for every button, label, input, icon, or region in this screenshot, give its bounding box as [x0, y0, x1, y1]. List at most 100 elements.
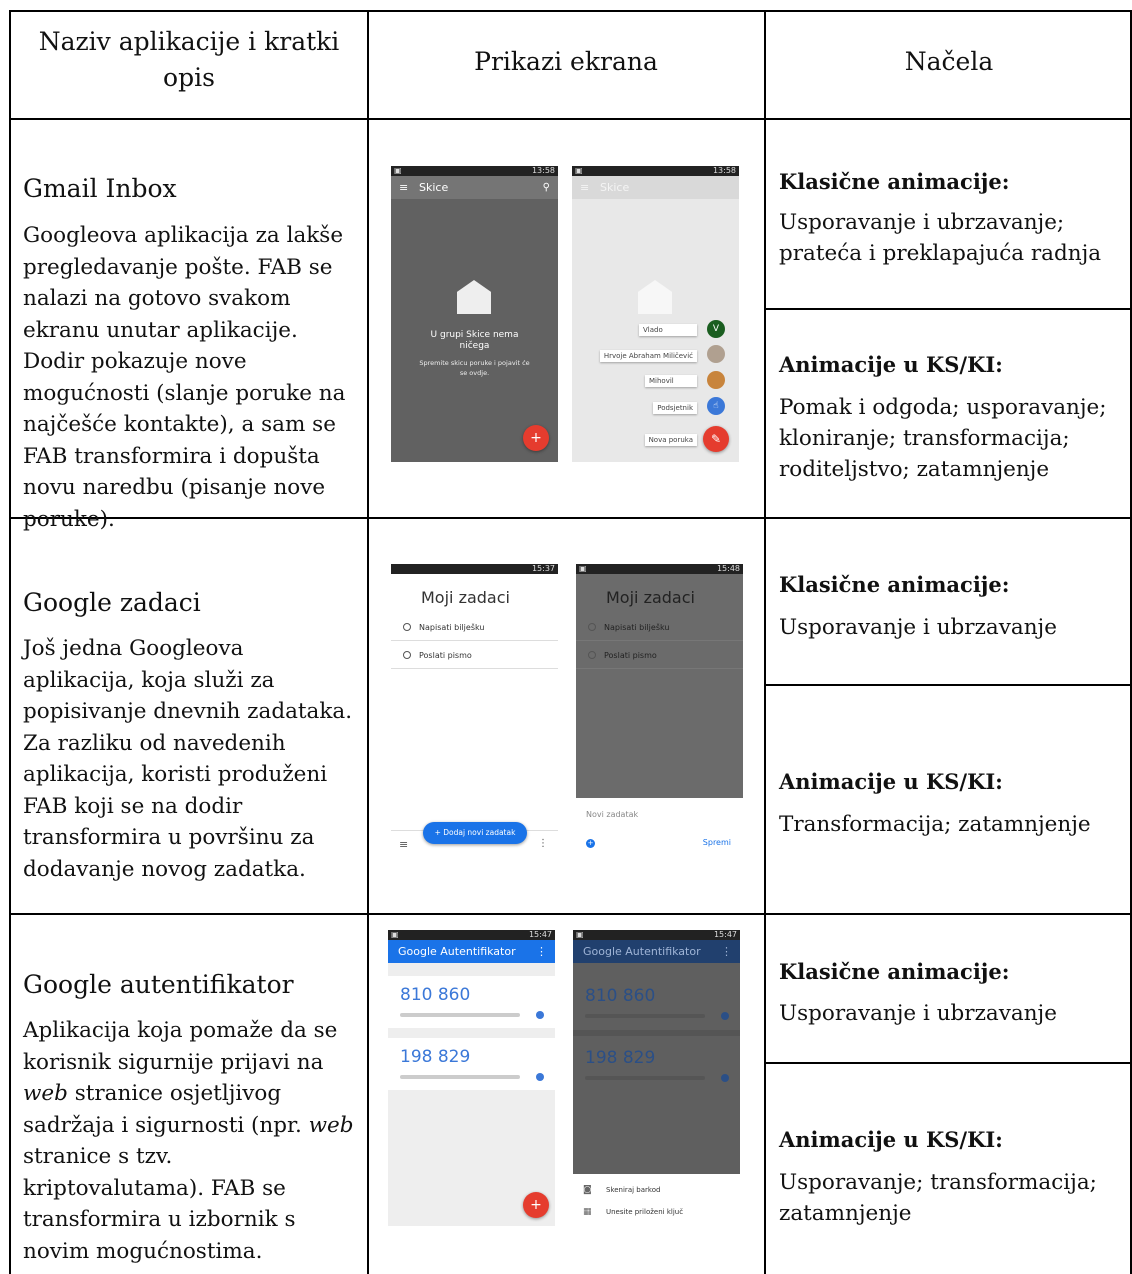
principles-divider-2: [764, 684, 1132, 686]
task-item[interactable]: Poslati pismo: [576, 642, 743, 669]
timer-icon: [536, 1011, 544, 1019]
status-bar: ▣ 13:58: [572, 166, 739, 176]
desc-italic: web: [308, 1112, 354, 1138]
envelope-icon: [457, 280, 491, 314]
app-bar: ≡ Skice: [572, 176, 739, 199]
app-description-gmail: Googleova aplikacija za lakše pregledava…: [23, 223, 346, 532]
tasks-heading: Moji zadaci: [421, 588, 510, 607]
header-screens: Prikazi ekrana: [474, 47, 658, 76]
classic-text-authenticator: Usporavanje i ubrzavanje: [779, 1001, 1057, 1026]
tasks-screenshot-1: 15:37 Moji zadaci Napisati bilješku Posl…: [391, 564, 558, 862]
more-icon[interactable]: ⋮: [538, 838, 548, 849]
details-icon[interactable]: +: [586, 839, 595, 848]
classic-text-gmail: Usporavanje i ubrzavanje; prateća i prek…: [779, 210, 1102, 266]
status-bar: ▣ 15:47: [573, 930, 740, 940]
account-email: [585, 1014, 705, 1018]
principles-divider-1: [764, 308, 1132, 310]
tasks-heading: Moji zadaci: [606, 588, 695, 607]
account-email: [400, 1075, 520, 1079]
header-app: Naziv aplikacije i kratki opis: [38, 27, 340, 92]
table-border-left: [9, 10, 11, 1274]
more-icon[interactable]: ⋮: [536, 940, 547, 963]
ksi-text-tasks: Transformacija; zatamnjenje: [779, 812, 1091, 837]
desc-italic: web: [23, 1081, 68, 1106]
classic-label-authenticator: Klasične animacije:: [779, 959, 1010, 984]
code-value: 198 829: [400, 1047, 471, 1067]
menu-enter-key[interactable]: Unesite priloženi ključ: [606, 1208, 683, 1216]
task-item[interactable]: Napisati bilješku: [391, 614, 558, 641]
task-item[interactable]: Poslati pismo: [391, 642, 558, 669]
gmail-screenshot-1: ▣ 13:58 ≡ Skice ⚲ U grupi Skice nema niče…: [391, 166, 558, 462]
menu-icon[interactable]: ≡: [580, 176, 589, 199]
card-divider: [573, 1030, 740, 1036]
avatar-icon[interactable]: [707, 371, 725, 389]
app-description-authenticator: Aplikacija koja pomaže da se korisnik si…: [23, 1015, 359, 1267]
app-title-gmail: Gmail Inbox: [23, 174, 177, 203]
principles-divider-3: [764, 1062, 1132, 1064]
code-card[interactable]: 810 860: [388, 976, 555, 1028]
keyboard-icon[interactable]: ▦: [583, 1207, 592, 1217]
add-task-fab[interactable]: + Dodaj novi zadatak: [423, 822, 527, 844]
timer-icon: [721, 1012, 729, 1020]
gmail-screenshot-2: ▣ 13:58 ≡ Skice Vlado V Hrvoje Abraham Mi…: [572, 166, 739, 462]
search-icon[interactable]: ⚲: [543, 176, 550, 199]
app-description-tasks: Još jedna Googleova aplikacija, koja slu…: [23, 636, 353, 882]
code-value: 810 860: [400, 985, 471, 1005]
auth-screenshot-2: ▣ 15:47 Google Autentifikator ⋮ 810 860 1…: [573, 930, 740, 1226]
add-fab[interactable]: +: [523, 1192, 549, 1218]
empty-title: U grupi Skice nema ničega: [430, 330, 519, 351]
envelope-icon: [638, 280, 672, 314]
status-bar: ▣ 13:58: [391, 166, 558, 176]
timer-icon: [536, 1073, 544, 1081]
app-bar: ≡ Skice ⚲: [391, 176, 558, 199]
column-divider-2: [764, 10, 766, 1274]
app-title-tasks: Google zadaci: [23, 588, 201, 617]
checkbox-icon[interactable]: [403, 623, 411, 631]
pencil-fab[interactable]: ✎: [703, 426, 729, 452]
avatar-icon[interactable]: [707, 345, 725, 363]
table-header-divider: [9, 118, 1132, 120]
desc-part: Aplikacija koja pomaže da se korisnik si…: [23, 1018, 338, 1075]
classic-text-tasks: Usporavanje i ubrzavanje: [779, 615, 1057, 640]
app-title-authenticator: Google autentifikator: [23, 970, 294, 999]
account-email: [585, 1076, 705, 1080]
header-principles: Načela: [904, 47, 994, 76]
checkbox-icon[interactable]: [588, 651, 596, 659]
column-divider-1: [367, 10, 369, 1274]
checkbox-icon[interactable]: [403, 651, 411, 659]
code-card[interactable]: 198 829: [388, 1038, 555, 1090]
status-bar: 15:37: [391, 564, 558, 574]
menu-icon[interactable]: ≡: [399, 176, 408, 199]
new-task-input[interactable]: Novi zadatak: [586, 810, 638, 819]
checkbox-icon[interactable]: [588, 623, 596, 631]
task-item[interactable]: Napisati bilješku: [576, 614, 743, 641]
menu-icon[interactable]: ≡: [399, 838, 408, 851]
desc-part: stranice s tzv. kriptovalutama). FAB se …: [23, 1144, 296, 1264]
ksi-label-authenticator: Animacije u KS/KI:: [779, 1127, 1003, 1152]
reminder-chip[interactable]: Podsjetnik: [653, 402, 697, 414]
table-border-top: [9, 10, 1132, 12]
new-message-chip[interactable]: Nova poruka: [644, 434, 697, 446]
scrim: [576, 574, 743, 798]
reminder-icon[interactable]: ☝: [707, 397, 725, 415]
contact-chip-1[interactable]: Vlado: [639, 324, 697, 336]
auth-screenshot-1: ▣ 15:47 Google Autentifikator ⋮ 810 860 1…: [388, 930, 555, 1226]
account-email: [400, 1013, 520, 1017]
row-divider-2: [9, 913, 1132, 915]
code-value: 198 829: [585, 1048, 656, 1068]
compose-fab[interactable]: +: [523, 425, 549, 451]
ksi-text-gmail: Pomak i odgoda; usporavanje; kloniranje;…: [779, 395, 1107, 482]
contact-chip-2[interactable]: Hrvoje Abraham Miličević: [599, 350, 697, 362]
more-icon[interactable]: ⋮: [721, 940, 732, 963]
menu-scan-barcode[interactable]: Skeniraj barkod: [606, 1186, 660, 1194]
tasks-screenshot-2: ▣ 15:48 Moji zadaci Napisati bilješku Pos…: [576, 564, 743, 862]
ksi-label-gmail: Animacije u KS/KI:: [779, 352, 1003, 377]
contact-chip-3[interactable]: Mihovil: [645, 375, 697, 387]
avatar-v[interactable]: V: [707, 320, 725, 338]
status-bar: ▣ 15:48: [576, 564, 743, 574]
empty-subtitle: Spremite skicu poruke i pojavit će se ov…: [419, 359, 530, 377]
ksi-label-tasks: Animacije u KS/KI:: [779, 769, 1003, 794]
ksi-text-authenticator: Usporavanje; transformacija; zatamnjenje: [779, 1170, 1097, 1226]
save-button[interactable]: Spremi: [703, 838, 731, 847]
camera-icon[interactable]: ◙: [583, 1185, 592, 1195]
